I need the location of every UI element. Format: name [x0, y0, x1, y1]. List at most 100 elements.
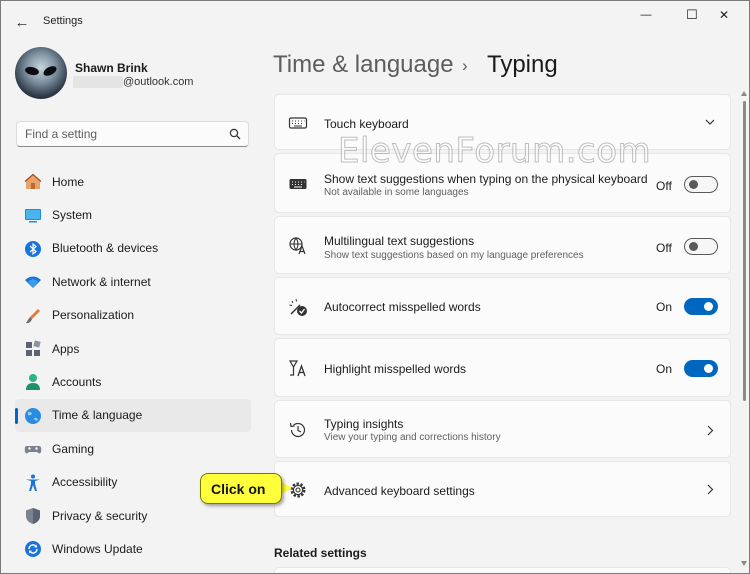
email-redaction [73, 76, 123, 88]
setting-multilingual-suggestions: Multilingual text suggestions Show text … [274, 216, 731, 274]
bluetooth-icon [25, 240, 41, 257]
home-icon [24, 173, 42, 189]
sidebar-item-label: Accounts [52, 375, 102, 390]
avatar[interactable] [15, 47, 67, 99]
toggle-state-label: Off [656, 179, 672, 193]
brush-icon [26, 308, 40, 323]
sidebar-item-accounts[interactable]: Accounts [15, 365, 251, 398]
setting-subtitle: Show text suggestions based on my langua… [324, 250, 584, 261]
sidebar-item-gaming[interactable]: Gaming [15, 432, 251, 465]
spellcheck-icon [288, 360, 306, 377]
sidebar-item-home[interactable]: Home [15, 165, 251, 198]
title-bar: ← Settings — ☐ ✕ [1, 1, 749, 43]
setting-title: Typing insights [324, 417, 404, 431]
sidebar-nav: Home System Bluetooth & devices Network … [15, 165, 251, 566]
toggle-state-label: On [656, 300, 673, 314]
breadcrumb-chevron-icon: › [462, 56, 468, 75]
language-icon [289, 237, 306, 255]
back-arrow-icon: ← [14, 13, 30, 31]
app-title: Settings [43, 15, 83, 27]
accounts-icon [26, 374, 40, 391]
sidebar-item-apps[interactable]: Apps [15, 332, 251, 365]
setting-title: Autocorrect misspelled words [324, 300, 481, 314]
sidebar-item-bluetooth[interactable]: Bluetooth & devices [15, 232, 251, 265]
autocorrect-icon [289, 298, 307, 316]
autocorrect-toggle[interactable] [684, 298, 718, 315]
chevron-right-icon [707, 484, 714, 495]
search-input[interactable] [25, 126, 215, 142]
sidebar-item-network[interactable]: Network & internet [15, 265, 251, 298]
toggle-state-label: Off [656, 241, 672, 255]
sidebar-item-label: Accessibility [52, 475, 118, 490]
sidebar-item-system[interactable]: System [15, 198, 251, 231]
text-suggestions-toggle[interactable] [684, 176, 718, 193]
update-icon [25, 541, 41, 558]
user-name: Shawn Brink [75, 61, 148, 75]
highlight-misspelled-toggle[interactable] [684, 360, 718, 377]
globe-icon [25, 407, 41, 424]
sidebar-item-label: System [52, 208, 93, 223]
user-email: @outlook.com [123, 76, 194, 88]
sidebar-item-label: Windows Update [52, 541, 143, 556]
gamepad-icon [24, 446, 42, 454]
sidebar-item-time-language[interactable]: Time & language [15, 398, 251, 433]
avatar-eye-right [42, 64, 58, 78]
maximize-icon: ☐ [686, 7, 698, 22]
sidebar-item-label: Bluetooth & devices [52, 241, 159, 256]
instruction-callout: Click on [200, 473, 282, 504]
setting-title: Show text suggestions when typing on the… [324, 172, 648, 186]
setting-typing-insights[interactable]: Typing insights View your typing and cor… [274, 400, 731, 458]
wifi-icon [25, 276, 41, 289]
sidebar-item-label: Time & language [52, 408, 143, 423]
sidebar-item-label: Personalization [52, 308, 135, 323]
avatar-eye-left [24, 64, 40, 78]
setting-touch-keyboard[interactable]: Touch keyboard [274, 94, 731, 150]
page-title: Typing [487, 51, 558, 78]
setting-autocorrect: Autocorrect misspelled words On [274, 277, 731, 335]
related-settings-heading: Related settings [274, 546, 367, 560]
settings-window: ← Settings — ☐ ✕ Shawn Brink @outlook.co… [0, 0, 750, 574]
setting-title: Advanced keyboard settings [324, 484, 475, 498]
setting-text-suggestions: Show text suggestions when typing on the… [274, 153, 731, 213]
setting-subtitle: View your typing and corrections history [324, 432, 501, 443]
sidebar-item-label: Apps [52, 341, 80, 356]
setting-advanced-keyboard[interactable]: Advanced keyboard settings [274, 461, 731, 517]
chevron-right-icon [707, 425, 714, 436]
shield-icon [26, 507, 40, 524]
keyboard-icon [289, 179, 307, 189]
sidebar-item-personalization[interactable]: Personalization [15, 299, 251, 332]
breadcrumb-parent[interactable]: Time & language [273, 51, 454, 79]
search-icon[interactable] [229, 128, 241, 140]
setting-subtitle: Not available in some languages [324, 187, 469, 198]
setting-title: Multilingual text suggestions [324, 234, 475, 248]
callout-text: Click on [211, 481, 266, 497]
toggle-knob [689, 180, 698, 189]
sidebar-item-windows-update[interactable]: Windows Update [15, 532, 251, 565]
related-settings-card[interactable] [274, 567, 731, 573]
chevron-down-icon[interactable] [705, 119, 715, 126]
accessibility-icon [26, 474, 40, 491]
scrollbar-thumb[interactable] [743, 101, 746, 401]
back-button[interactable]: ← [9, 10, 35, 34]
toggle-state-label: On [656, 362, 673, 376]
toggle-knob [689, 242, 698, 251]
system-icon [25, 209, 41, 223]
multilingual-toggle[interactable] [684, 238, 718, 255]
setting-highlight-misspelled: Highlight misspelled words On [274, 338, 731, 397]
search-box[interactable] [16, 121, 249, 147]
apps-icon [26, 340, 41, 356]
setting-title: Touch keyboard [324, 117, 409, 131]
history-icon [289, 422, 306, 438]
sidebar-item-label: Gaming [52, 441, 95, 456]
sidebar-item-label: Home [52, 174, 85, 189]
scroll-down-icon[interactable] [741, 561, 747, 566]
close-icon: ✕ [718, 8, 730, 22]
setting-title: Highlight misspelled words [324, 362, 467, 376]
sidebar-item-label: Network & internet [52, 274, 151, 289]
minimize-icon: — [640, 9, 652, 21]
minimize-button[interactable]: — [623, 5, 669, 25]
toggle-knob [704, 364, 713, 373]
toggle-knob [704, 302, 713, 311]
scroll-up-icon[interactable] [741, 91, 747, 96]
close-button[interactable]: ✕ [701, 5, 747, 25]
